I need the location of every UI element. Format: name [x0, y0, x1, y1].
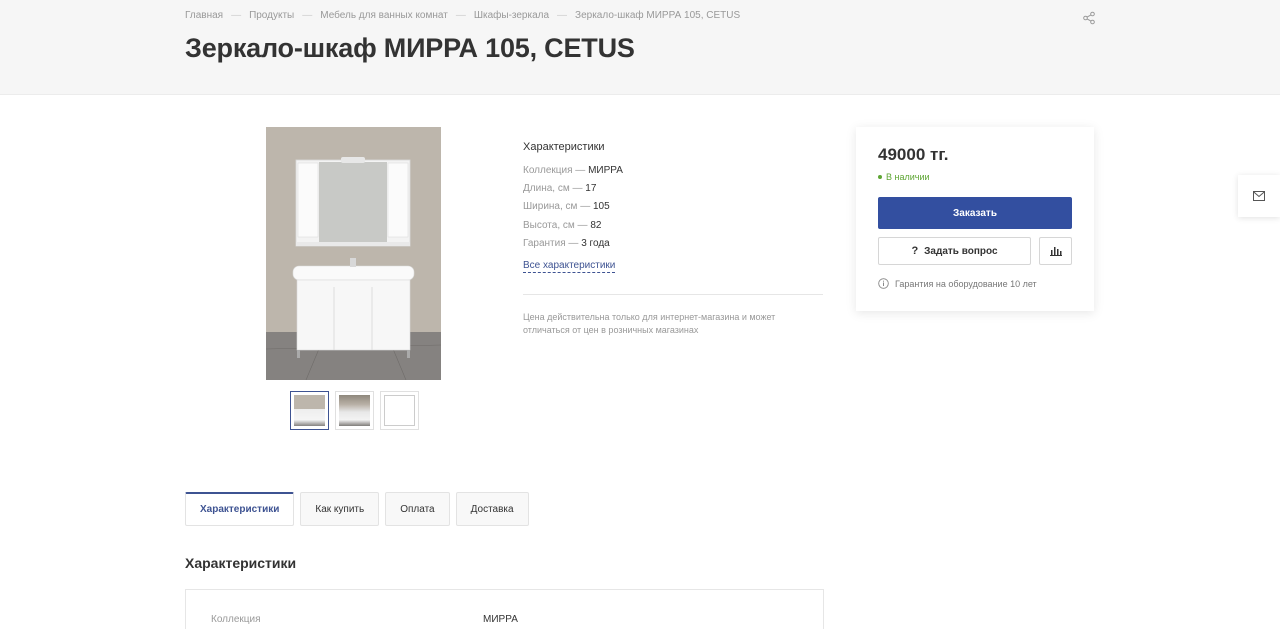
short-specs: Характеристики Коллекция — МИРРА Длина, …	[523, 141, 823, 274]
breadcrumb-separator: —	[455, 10, 466, 21]
breadcrumb-separator: —	[231, 10, 242, 21]
breadcrumb-separator: —	[557, 10, 568, 21]
specs-table: Коллекция МИРРА	[185, 589, 824, 629]
breadcrumb-mirror-cabinets[interactable]: Шкафы-зеркала	[474, 10, 549, 21]
breadcrumb-separator: —	[302, 10, 313, 21]
share-icon[interactable]	[1082, 11, 1096, 25]
question-icon: ?	[911, 245, 919, 257]
tab-how-to-buy[interactable]: Как купить	[300, 492, 380, 526]
tab-delivery[interactable]: Доставка	[455, 492, 529, 526]
info-icon	[878, 278, 889, 289]
page-title: Зеркало-шкаф МИРРА 105, CETUS	[185, 33, 635, 63]
in-stock-dot-icon	[878, 175, 882, 179]
divider	[523, 294, 823, 295]
table-row: Коллекция МИРРА	[211, 614, 518, 625]
thumbnail-3[interactable]	[380, 391, 419, 430]
page-header: Главная — Продукты — Мебель для ванных к…	[0, 0, 1280, 95]
feedback-mail-button[interactable]	[1238, 175, 1280, 217]
order-button[interactable]: Заказать	[878, 197, 1072, 229]
stock-status: В наличии	[878, 172, 930, 182]
price-note: Цена действительна только для интернет-м…	[523, 312, 776, 335]
product-tabs: Характеристики Как купить Оплата Доставк…	[185, 492, 529, 526]
section-title: Характеристики	[185, 555, 297, 571]
breadcrumb-current: Зеркало-шкаф МИРРА 105, CETUS	[575, 10, 741, 21]
spec-row-width: Ширина, см — 105	[523, 201, 610, 213]
spec-row-height: Высота, см — 82	[523, 219, 602, 231]
thumbnail-1[interactable]	[290, 391, 329, 430]
spec-row-length: Длина, см — 17	[523, 183, 597, 195]
mail-icon	[1253, 191, 1265, 201]
tab-payment[interactable]: Оплата	[385, 492, 450, 526]
thumbnail-2[interactable]	[335, 391, 374, 430]
specs-title: Характеристики	[523, 141, 605, 153]
spec-row-collection: Коллекция — МИРРА	[523, 165, 623, 176]
breadcrumb-products[interactable]: Продукты	[249, 10, 294, 21]
all-specs-link[interactable]: Все характеристики	[523, 260, 616, 274]
compare-button[interactable]	[1039, 237, 1072, 265]
ask-question-button[interactable]: ? Задать вопрос	[878, 237, 1031, 265]
breadcrumb-home[interactable]: Главная	[185, 10, 223, 21]
breadcrumb: Главная — Продукты — Мебель для ванных к…	[185, 10, 740, 21]
breadcrumb-bathroom-furniture[interactable]: Мебель для ванных комнат	[320, 10, 448, 21]
product-main-image[interactable]	[266, 127, 441, 380]
warranty-note: Гарантия на оборудование 10 лет	[878, 278, 1037, 289]
product-photo	[266, 127, 441, 380]
buy-card: 49000 тг. В наличии Заказать ? Задать во…	[856, 127, 1094, 311]
bar-chart-icon	[1049, 247, 1062, 256]
tab-characteristics[interactable]: Характеристики	[185, 492, 295, 526]
thumbnail-strip	[290, 391, 419, 430]
spec-row-warranty: Гарантия — 3 года	[523, 237, 610, 249]
price: 49000 тг.	[878, 145, 949, 164]
